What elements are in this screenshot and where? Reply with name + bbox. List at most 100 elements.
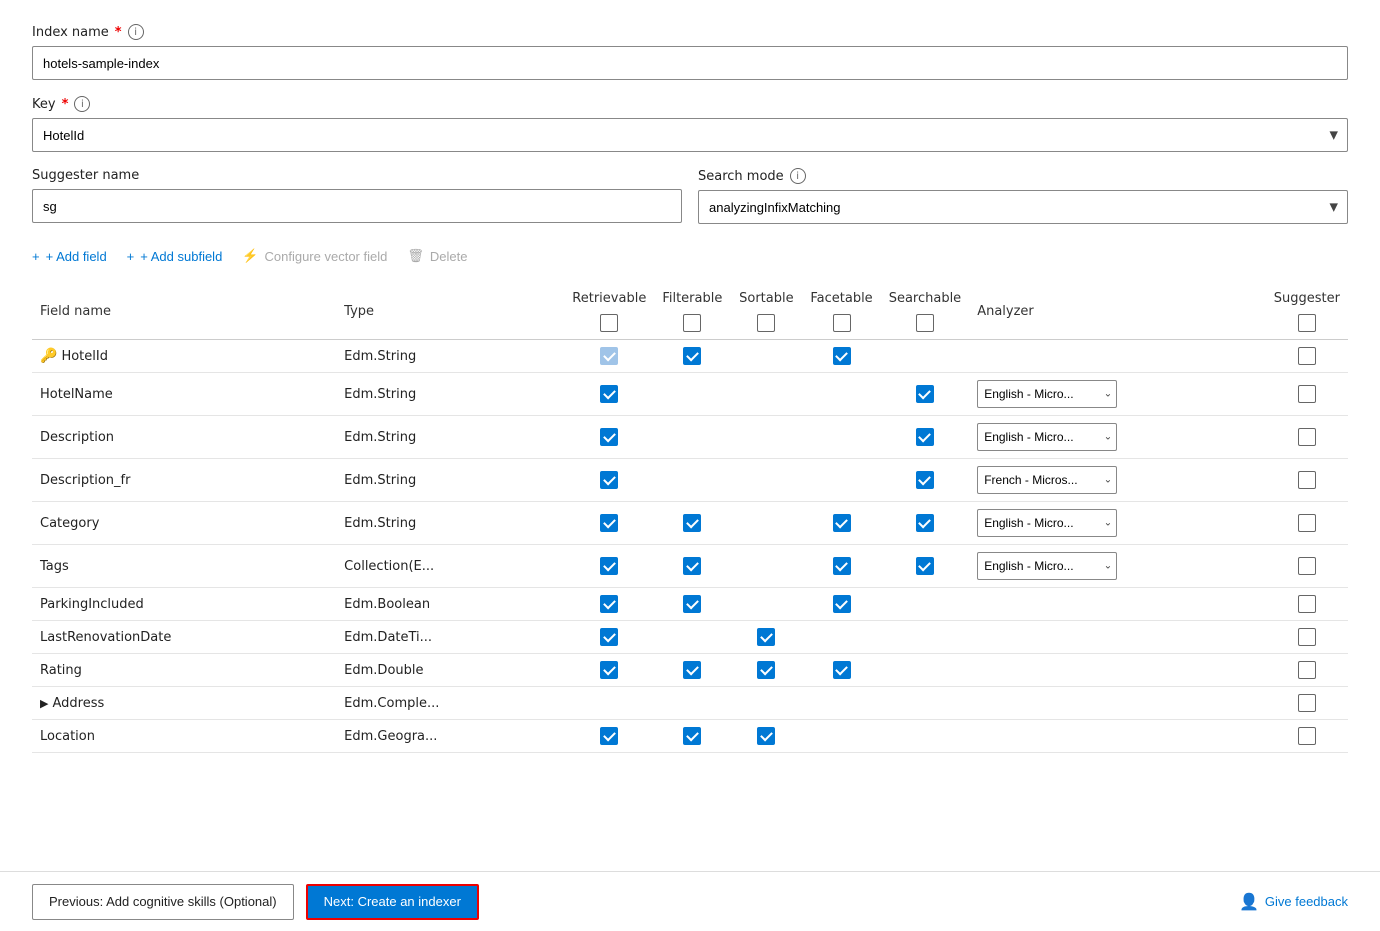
retrievable-checkbox-row1[interactable] bbox=[600, 385, 618, 403]
field-name-text: HotelName bbox=[40, 387, 113, 402]
retrievable-checkbox-row0[interactable] bbox=[600, 347, 618, 365]
field-name-text: Address bbox=[52, 696, 104, 711]
header-searchable-checkbox[interactable] bbox=[916, 314, 934, 332]
cell-sortable bbox=[730, 654, 802, 687]
suggester-checkbox-row0[interactable] bbox=[1298, 347, 1316, 365]
searchable-checkbox-row2[interactable] bbox=[916, 428, 934, 446]
header-filterable-checkbox[interactable] bbox=[683, 314, 701, 332]
suggester-checkbox-row5[interactable] bbox=[1298, 557, 1316, 575]
filterable-checkbox-row5[interactable] bbox=[683, 557, 701, 575]
cell-facetable bbox=[802, 654, 880, 687]
retrievable-checkbox-row4[interactable] bbox=[600, 514, 618, 532]
table-row: CategoryEdm.StringEnglish - Micro...⌄ bbox=[32, 502, 1348, 545]
suggester-checkbox-row10[interactable] bbox=[1298, 727, 1316, 745]
expand-arrow-icon[interactable]: ▶ bbox=[40, 697, 48, 710]
facetable-checkbox-row5[interactable] bbox=[833, 557, 851, 575]
filterable-checkbox-row10[interactable] bbox=[683, 727, 701, 745]
retrievable-checkbox-row2[interactable] bbox=[600, 428, 618, 446]
searchable-checkbox-row3[interactable] bbox=[916, 471, 934, 489]
header-sortable-checkbox[interactable] bbox=[757, 314, 775, 332]
filterable-checkbox-row8[interactable] bbox=[683, 661, 701, 679]
add-subfield-button[interactable]: + + Add subfield bbox=[127, 245, 223, 268]
cell-searchable bbox=[881, 687, 970, 720]
search-mode-select[interactable]: analyzingInfixMatching bbox=[698, 190, 1348, 224]
index-name-input[interactable] bbox=[32, 46, 1348, 80]
feedback-label: Give feedback bbox=[1265, 894, 1348, 909]
sortable-checkbox-row10[interactable] bbox=[757, 727, 775, 745]
field-name-text: HotelId bbox=[61, 349, 108, 364]
sortable-checkbox-row7[interactable] bbox=[757, 628, 775, 646]
suggester-checkbox-row7[interactable] bbox=[1298, 628, 1316, 646]
delete-label: Delete bbox=[430, 249, 468, 264]
field-name-text: Description_fr bbox=[40, 473, 130, 488]
cell-filterable bbox=[654, 687, 730, 720]
cell-facetable bbox=[802, 502, 880, 545]
cell-retrievable bbox=[564, 502, 654, 545]
facetable-checkbox-row8[interactable] bbox=[833, 661, 851, 679]
analyzer-select[interactable]: English - Micro... bbox=[977, 423, 1117, 451]
analyzer-select[interactable]: English - Micro... bbox=[977, 509, 1117, 537]
cell-filterable bbox=[654, 588, 730, 621]
cell-retrievable bbox=[564, 459, 654, 502]
sortable-checkbox-row8[interactable] bbox=[757, 661, 775, 679]
facetable-checkbox-row4[interactable] bbox=[833, 514, 851, 532]
suggester-checkbox-row8[interactable] bbox=[1298, 661, 1316, 679]
suggester-checkbox-row6[interactable] bbox=[1298, 595, 1316, 613]
field-name-text: Location bbox=[40, 729, 95, 744]
cell-type: Edm.String bbox=[336, 416, 564, 459]
cell-sortable bbox=[730, 545, 802, 588]
header-retrievable-checkbox[interactable] bbox=[600, 314, 618, 332]
search-mode-info-icon[interactable]: i bbox=[790, 168, 806, 184]
key-select[interactable]: HotelId bbox=[32, 118, 1348, 152]
header-suggester-checkbox[interactable] bbox=[1298, 314, 1316, 332]
add-subfield-label: + Add subfield bbox=[140, 249, 222, 264]
cell-fieldname: HotelName bbox=[32, 373, 336, 416]
cell-searchable bbox=[881, 459, 970, 502]
suggester-checkbox-row1[interactable] bbox=[1298, 385, 1316, 403]
analyzer-select[interactable]: French - Micros... bbox=[977, 466, 1117, 494]
suggester-name-input[interactable] bbox=[32, 189, 682, 223]
retrievable-checkbox-row3[interactable] bbox=[600, 471, 618, 489]
table-row: HotelNameEdm.StringEnglish - Micro...⌄ bbox=[32, 373, 1348, 416]
cell-facetable bbox=[802, 588, 880, 621]
prev-button[interactable]: Previous: Add cognitive skills (Optional… bbox=[32, 884, 294, 920]
filterable-checkbox-row4[interactable] bbox=[683, 514, 701, 532]
filterable-checkbox-row6[interactable] bbox=[683, 595, 701, 613]
retrievable-checkbox-row6[interactable] bbox=[600, 595, 618, 613]
retrievable-checkbox-row8[interactable] bbox=[600, 661, 618, 679]
give-feedback-button[interactable]: 👤 Give feedback bbox=[1239, 892, 1348, 912]
analyzer-select[interactable]: English - Micro... bbox=[977, 380, 1117, 408]
suggester-checkbox-row9[interactable] bbox=[1298, 694, 1316, 712]
table-header-row: Field name Type Retrievable Filterable bbox=[32, 284, 1348, 340]
index-name-group: Index name * i bbox=[32, 24, 1348, 80]
suggester-checkbox-row2[interactable] bbox=[1298, 428, 1316, 446]
retrievable-checkbox-row7[interactable] bbox=[600, 628, 618, 646]
filterable-checkbox-row0[interactable] bbox=[683, 347, 701, 365]
suggester-checkbox-row4[interactable] bbox=[1298, 514, 1316, 532]
searchable-checkbox-row1[interactable] bbox=[916, 385, 934, 403]
next-button[interactable]: Next: Create an indexer bbox=[306, 884, 479, 920]
delete-button[interactable]: 🗑 Delete bbox=[407, 244, 467, 268]
cell-suggester bbox=[1266, 416, 1348, 459]
facetable-checkbox-row0[interactable] bbox=[833, 347, 851, 365]
index-name-info-icon[interactable]: i bbox=[128, 24, 144, 40]
searchable-checkbox-row4[interactable] bbox=[916, 514, 934, 532]
key-info-icon[interactable]: i bbox=[74, 96, 90, 112]
search-mode-select-wrapper: analyzingInfixMatching ▼ bbox=[698, 190, 1348, 224]
cell-analyzer: French - Micros...⌄ bbox=[969, 459, 1266, 502]
searchable-checkbox-row5[interactable] bbox=[916, 557, 934, 575]
configure-vector-label: Configure vector field bbox=[265, 249, 388, 264]
suggester-checkbox-row3[interactable] bbox=[1298, 471, 1316, 489]
configure-vector-button[interactable]: ⚡ Configure vector field bbox=[242, 244, 387, 268]
retrievable-checkbox-row10[interactable] bbox=[600, 727, 618, 745]
analyzer-select[interactable]: English - Micro... bbox=[977, 552, 1117, 580]
cell-fieldname: Description bbox=[32, 416, 336, 459]
cell-analyzer bbox=[969, 588, 1266, 621]
th-searchable: Searchable bbox=[881, 284, 970, 340]
header-facetable-checkbox[interactable] bbox=[833, 314, 851, 332]
facetable-checkbox-row6[interactable] bbox=[833, 595, 851, 613]
retrievable-checkbox-row5[interactable] bbox=[600, 557, 618, 575]
add-field-button[interactable]: + + Add field bbox=[32, 245, 107, 268]
cell-facetable bbox=[802, 459, 880, 502]
cell-filterable bbox=[654, 545, 730, 588]
